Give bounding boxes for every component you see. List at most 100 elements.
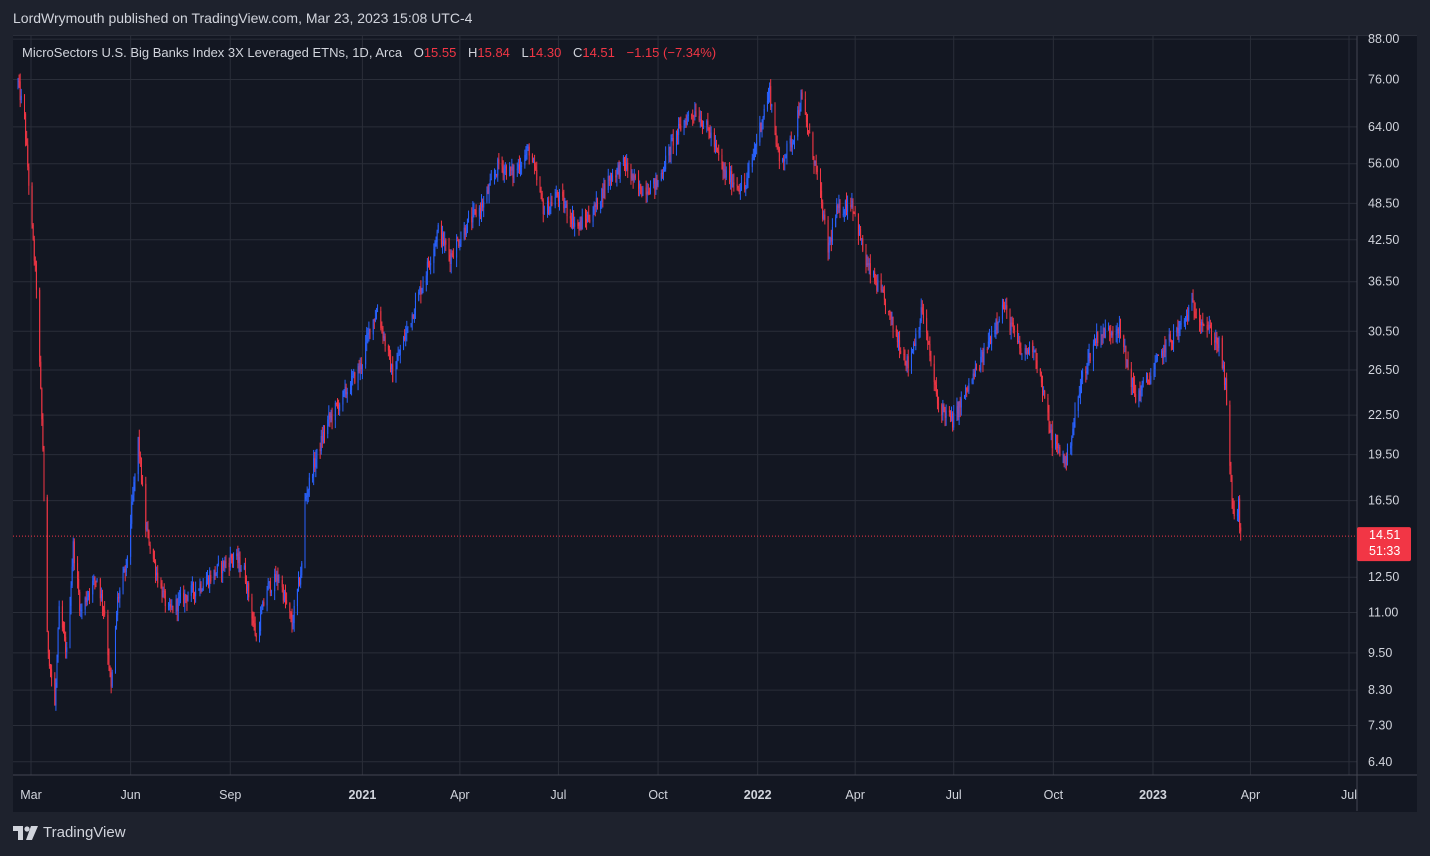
candle-body <box>1177 327 1179 334</box>
candle-body <box>435 242 437 244</box>
candle-body <box>861 238 863 241</box>
candle-body <box>478 207 480 217</box>
candle-body <box>900 350 902 354</box>
candle-body <box>236 553 238 557</box>
candle-body <box>62 627 64 631</box>
candle-body <box>1044 390 1046 398</box>
candle-body <box>997 322 999 325</box>
candle-body <box>1102 327 1104 336</box>
candle-body <box>229 554 231 568</box>
candle-body <box>904 354 906 363</box>
candle-body <box>618 165 620 177</box>
candlestick-chart[interactable]: 88.00 76.00 64.00 56.00 48.50 42.50 36.50 30.50… <box>0 0 1430 856</box>
candle-body <box>804 99 806 115</box>
candle-body <box>448 244 450 255</box>
candle-body <box>998 318 1000 323</box>
candle-body <box>733 182 735 185</box>
candle-body <box>540 190 542 194</box>
candle-body <box>766 100 768 109</box>
candle-body <box>322 431 324 442</box>
candle-body <box>769 86 771 93</box>
candle-body <box>845 200 847 212</box>
candle-body <box>1192 298 1194 303</box>
candle-body <box>1150 375 1152 384</box>
candle-body <box>259 630 261 638</box>
candle-body <box>808 130 810 133</box>
candle-body <box>656 178 658 186</box>
symbol-title[interactable]: MicroSectors U.S. Big Banks Index 3X Lev… <box>22 45 402 60</box>
candle-body <box>695 111 697 117</box>
candle-body <box>240 569 242 571</box>
candle-body <box>549 206 551 215</box>
candle-body <box>550 202 552 207</box>
candle-body <box>330 414 332 418</box>
candle-body <box>965 387 967 396</box>
candle-body <box>101 594 103 607</box>
candle-body <box>422 284 424 289</box>
candle-body <box>254 623 256 636</box>
candle-body <box>213 569 215 582</box>
y-tick-label: 48.50 <box>1368 196 1399 210</box>
candle-body <box>407 326 409 328</box>
candle-body <box>1025 348 1027 354</box>
x-tick-label: Jul <box>946 788 962 802</box>
candle-body <box>504 166 506 169</box>
candle-body <box>571 213 573 224</box>
candle-body <box>1058 447 1060 449</box>
candle-body <box>58 606 60 630</box>
candle-body <box>831 227 833 242</box>
candle-body <box>307 489 309 496</box>
candle-body <box>1072 428 1074 438</box>
candle-body <box>730 171 732 183</box>
candle-body <box>957 406 959 418</box>
candle-body <box>951 413 953 418</box>
candle-body <box>1088 352 1090 358</box>
candle-body <box>524 154 526 166</box>
candle-body <box>192 583 194 592</box>
candle-body <box>724 169 726 178</box>
candle-body <box>1051 429 1053 449</box>
candle-body <box>433 248 435 264</box>
candle-body <box>687 114 689 117</box>
candle-body <box>698 116 700 121</box>
candle-body <box>604 183 606 190</box>
candle-body <box>1063 454 1065 464</box>
candle-body <box>475 210 477 217</box>
candle-body <box>747 171 749 179</box>
candle-body <box>505 166 507 177</box>
candle-body <box>827 220 829 253</box>
candle-body <box>1147 375 1149 380</box>
candle-body <box>910 352 912 369</box>
candle-body <box>890 311 892 319</box>
candle-body <box>1126 359 1128 361</box>
candle-body <box>1178 326 1180 334</box>
candle-body <box>671 137 673 140</box>
candle-body <box>473 209 475 211</box>
candle-body <box>411 314 413 324</box>
candle-body <box>725 170 727 178</box>
candle-body <box>1111 331 1113 336</box>
candle-body <box>858 229 860 236</box>
candle-body <box>794 136 796 141</box>
candle-body <box>723 169 725 172</box>
candle-body <box>126 556 128 560</box>
candle-body <box>42 419 44 450</box>
candle-body <box>891 316 893 319</box>
candle-body <box>231 558 233 560</box>
candle-body <box>966 387 968 391</box>
candle-body <box>367 332 369 335</box>
candle-body <box>1013 328 1015 331</box>
tradingview-brand[interactable]: TradingView <box>13 824 126 841</box>
candle-body <box>109 668 111 673</box>
candle-body <box>1153 369 1155 376</box>
candle-body <box>450 253 452 265</box>
candle-body <box>865 250 867 266</box>
candle-body <box>921 307 923 313</box>
candle-body <box>721 154 723 165</box>
candle-body <box>526 148 528 154</box>
candle-body <box>33 239 35 261</box>
candle-body <box>292 623 294 627</box>
candle-body <box>1209 324 1211 328</box>
candle-body <box>517 164 519 169</box>
candle-body <box>418 291 420 301</box>
